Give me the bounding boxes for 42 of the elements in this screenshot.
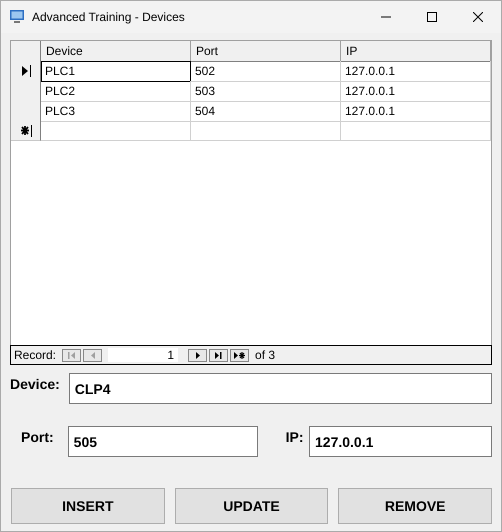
table-cell[interactable]: PLC3 (41, 101, 191, 122)
port-field[interactable]: 505 (68, 426, 258, 457)
empty-cell[interactable] (191, 121, 341, 141)
table-cell[interactable]: 127.0.0.1 (341, 101, 491, 122)
column-header[interactable]: IP (341, 41, 491, 62)
record-count: of 3 (255, 348, 276, 362)
new-row-icon (20, 124, 32, 136)
new-icon (234, 352, 246, 358)
empty-cell[interactable] (341, 121, 491, 141)
column-header[interactable]: Device (41, 41, 191, 62)
new-record-button[interactable] (230, 348, 250, 362)
window-title: Advanced Training - Devices (32, 10, 186, 24)
device-label: Device: (10, 375, 61, 392)
table-cell[interactable]: PLC1 (41, 61, 191, 82)
next-icon (196, 352, 200, 358)
table-cell[interactable]: 127.0.0.1 (341, 61, 491, 82)
table-cell[interactable]: 502 (191, 61, 341, 82)
next-record-button[interactable] (188, 348, 208, 362)
new-row-selector[interactable] (11, 121, 41, 141)
ip-field[interactable]: 127.0.0.1 (309, 426, 492, 457)
maximize-icon (427, 12, 437, 22)
monitor-icon (9, 9, 25, 25)
device-field[interactable]: CLP4 (68, 373, 492, 404)
action-button[interactable]: INSERT (11, 488, 165, 524)
table-cell[interactable]: 504 (191, 101, 341, 122)
table-cell[interactable]: 503 (191, 81, 341, 102)
record-label: Record: (14, 348, 56, 362)
column-header[interactable]: Port (191, 41, 341, 62)
prev-icon (90, 352, 95, 358)
port-label: Port: (20, 428, 55, 445)
record-number-field[interactable]: 1 (108, 348, 178, 362)
last-record-button[interactable] (209, 348, 228, 362)
current-row-icon (20, 65, 30, 77)
last-icon (215, 352, 222, 358)
ip-label: IP: (284, 428, 305, 445)
action-button[interactable]: UPDATE (174, 488, 328, 524)
first-icon (68, 352, 76, 358)
action-button[interactable]: REMOVE (338, 488, 492, 524)
corner-header (11, 41, 41, 62)
table-cell[interactable]: 127.0.0.1 (341, 81, 491, 102)
close-icon (473, 12, 483, 22)
table-cell[interactable]: PLC2 (41, 81, 191, 102)
